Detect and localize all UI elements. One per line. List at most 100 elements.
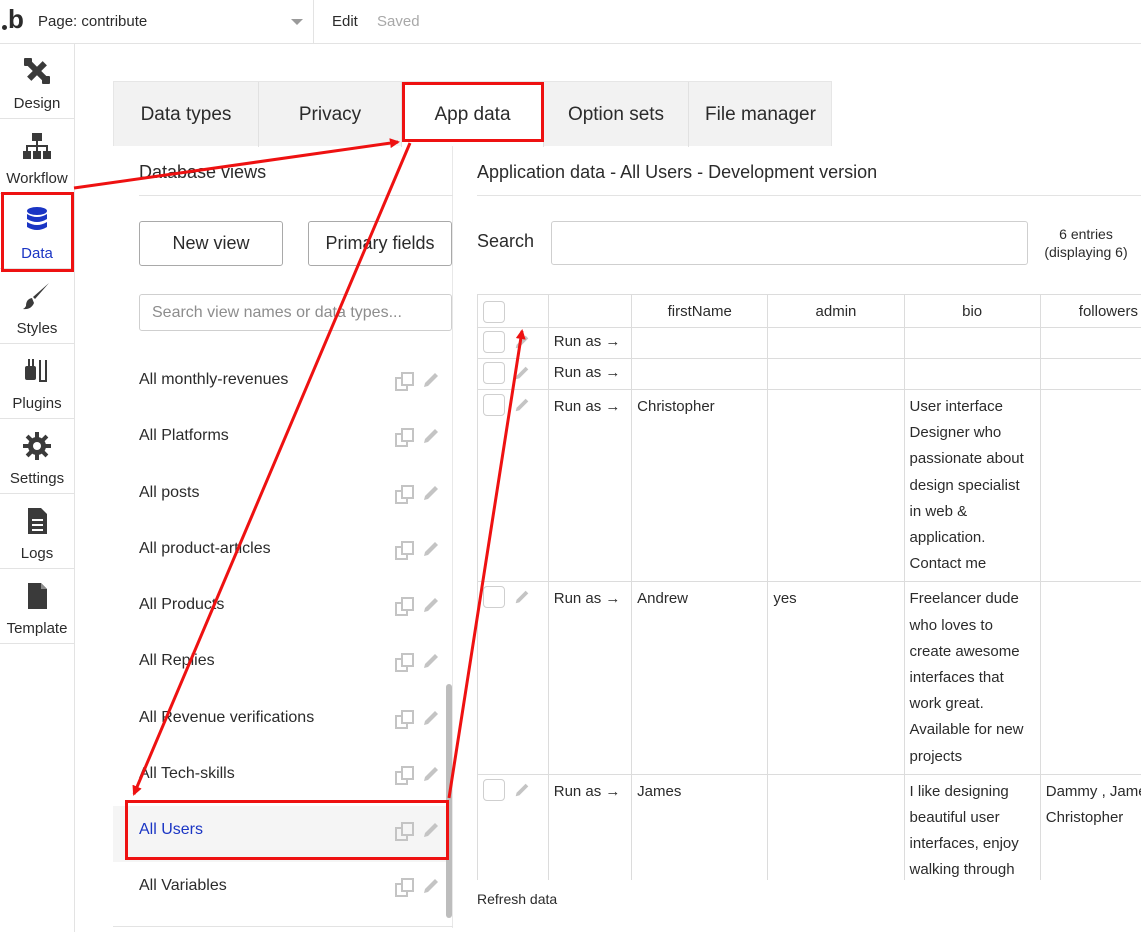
template-icon bbox=[28, 583, 47, 609]
list-item-view[interactable]: All product-articles bbox=[113, 525, 447, 581]
cell-followers[interactable] bbox=[1039, 388, 1141, 583]
cell-firstname[interactable]: James bbox=[631, 773, 769, 880]
table-header-row: firstName admin bio followers bbox=[477, 294, 1141, 328]
refresh-data-link[interactable]: Refresh data bbox=[477, 891, 557, 907]
pencil-icon[interactable] bbox=[513, 333, 531, 351]
pencil-icon[interactable] bbox=[513, 781, 531, 799]
pencil-icon[interactable] bbox=[513, 364, 531, 382]
cell-admin[interactable]: yes bbox=[767, 581, 905, 775]
row-checkbox[interactable] bbox=[483, 331, 505, 353]
column-header-admin[interactable]: admin bbox=[767, 294, 905, 328]
list-item-view[interactable]: All monthly-revenues bbox=[113, 356, 447, 412]
run-as-link[interactable]: Run as → bbox=[547, 388, 633, 583]
cell-firstname[interactable] bbox=[631, 327, 769, 359]
sidebar-item-styles[interactable]: Styles bbox=[0, 269, 74, 344]
view-name: All Revenue verifications bbox=[139, 709, 315, 726]
search-label: Search bbox=[477, 231, 535, 251]
search-input[interactable] bbox=[551, 221, 1028, 265]
cell-firstname[interactable] bbox=[631, 358, 769, 390]
pencil-icon[interactable] bbox=[421, 370, 441, 390]
copy-icon[interactable] bbox=[395, 372, 415, 392]
list-item-view[interactable]: All posts bbox=[113, 469, 447, 525]
cell-admin[interactable] bbox=[767, 773, 905, 880]
cell-admin[interactable] bbox=[767, 388, 905, 583]
page-selector[interactable]: Page: contribute bbox=[30, 0, 314, 43]
select-all-checkbox[interactable] bbox=[483, 301, 505, 323]
annotation-highlight-data bbox=[1, 192, 74, 272]
pencil-icon[interactable] bbox=[421, 483, 441, 503]
list-item-view[interactable]: All Platforms bbox=[113, 412, 447, 468]
cell-bio[interactable] bbox=[903, 358, 1041, 390]
sidebar-item-label: Logs bbox=[20, 545, 54, 562]
row-checkbox[interactable] bbox=[483, 394, 505, 416]
run-as-link[interactable]: Run as → bbox=[547, 358, 633, 390]
list-item-view[interactable]: All Products bbox=[113, 581, 447, 637]
sidebar-item-plugins[interactable]: Plugins bbox=[0, 344, 74, 419]
pencil-icon[interactable] bbox=[513, 588, 531, 606]
pencil-icon[interactable] bbox=[421, 764, 441, 784]
cell-bio[interactable] bbox=[903, 327, 1041, 359]
view-search-input[interactable] bbox=[139, 294, 452, 331]
list-item-view[interactable]: All Variables bbox=[113, 862, 447, 918]
copy-icon[interactable] bbox=[395, 653, 415, 673]
select-all-cell bbox=[477, 294, 549, 328]
sidebar-item-workflow[interactable]: Workflow bbox=[0, 119, 74, 194]
column-header-bio[interactable]: bio bbox=[903, 294, 1041, 328]
cell-admin[interactable] bbox=[767, 327, 905, 359]
row-checkbox[interactable] bbox=[483, 586, 505, 609]
list-item-view[interactable]: All Tech-skills bbox=[113, 750, 447, 806]
cell-followers[interactable] bbox=[1039, 327, 1141, 359]
copy-icon[interactable] bbox=[395, 597, 415, 617]
pencil-icon[interactable] bbox=[513, 396, 531, 414]
tab-option-sets[interactable]: Option sets bbox=[544, 82, 689, 147]
cell-admin[interactable] bbox=[767, 358, 905, 390]
run-as-link[interactable]: Run as → bbox=[547, 773, 633, 880]
pencil-icon[interactable] bbox=[421, 876, 441, 896]
pencil-icon[interactable] bbox=[421, 539, 441, 559]
pencil-icon[interactable] bbox=[421, 426, 441, 446]
bubble-logo-icon[interactable]: b bbox=[2, 4, 30, 36]
cell-followers[interactable]: Dammy , James , Christopher bbox=[1039, 773, 1141, 880]
sidebar-item-label: Settings bbox=[9, 470, 65, 487]
row-checkbox[interactable] bbox=[483, 778, 505, 801]
copy-icon[interactable] bbox=[395, 710, 415, 730]
tab-privacy[interactable]: Privacy bbox=[259, 82, 402, 147]
run-as-link[interactable]: Run as → bbox=[547, 581, 633, 775]
cell-firstname[interactable]: Christopher bbox=[631, 388, 769, 583]
pencil-icon[interactable] bbox=[421, 651, 441, 671]
cell-bio[interactable]: I like designing beautiful user interfac… bbox=[903, 773, 1041, 880]
cell-firstname[interactable]: Andrew bbox=[631, 581, 769, 775]
column-header-actions bbox=[547, 294, 633, 328]
tab-file-manager[interactable]: File manager bbox=[689, 82, 832, 147]
copy-icon[interactable] bbox=[395, 485, 415, 505]
copy-icon[interactable] bbox=[395, 541, 415, 561]
column-header-followers[interactable]: followers bbox=[1039, 294, 1141, 328]
run-as-link[interactable]: Run as → bbox=[547, 327, 633, 359]
sidebar-item-design[interactable]: Design bbox=[0, 44, 74, 119]
copy-icon[interactable] bbox=[395, 766, 415, 786]
new-view-button[interactable]: New view bbox=[139, 221, 283, 266]
page-selector-label: Page: contribute bbox=[38, 13, 148, 30]
sidebar-item-settings[interactable]: Settings bbox=[0, 419, 74, 494]
sidebar-item-template[interactable]: Template bbox=[0, 569, 74, 644]
edit-menu[interactable]: Edit bbox=[332, 0, 358, 43]
list-item-view[interactable]: All Revenue verifications bbox=[113, 694, 447, 750]
editor-sidebar: Design Workflow Data Styles Plugins Sett… bbox=[0, 44, 75, 932]
sidebar-item-logs[interactable]: Logs bbox=[0, 494, 74, 569]
pencil-icon[interactable] bbox=[421, 595, 441, 615]
list-item-view[interactable]: All Replies bbox=[113, 637, 447, 693]
cell-bio[interactable]: User interface Designer who passionate a… bbox=[903, 388, 1041, 583]
pencil-icon[interactable] bbox=[421, 708, 441, 728]
primary-fields-button[interactable]: Primary fields bbox=[308, 221, 452, 266]
table-row: Run as → James I like designing beautifu… bbox=[477, 773, 1141, 880]
view-name: All Platforms bbox=[139, 427, 229, 444]
cell-followers[interactable] bbox=[1039, 581, 1141, 775]
copy-icon[interactable] bbox=[395, 428, 415, 448]
cell-followers[interactable] bbox=[1039, 358, 1141, 390]
tab-data-types[interactable]: Data types bbox=[114, 82, 259, 147]
cell-bio[interactable]: Freelancer dude who loves to create awes… bbox=[903, 581, 1041, 775]
column-header-firstname[interactable]: firstName bbox=[631, 294, 769, 328]
row-checkbox[interactable] bbox=[483, 362, 505, 384]
database-views-title: Database views bbox=[139, 162, 267, 182]
copy-icon[interactable] bbox=[395, 878, 415, 898]
